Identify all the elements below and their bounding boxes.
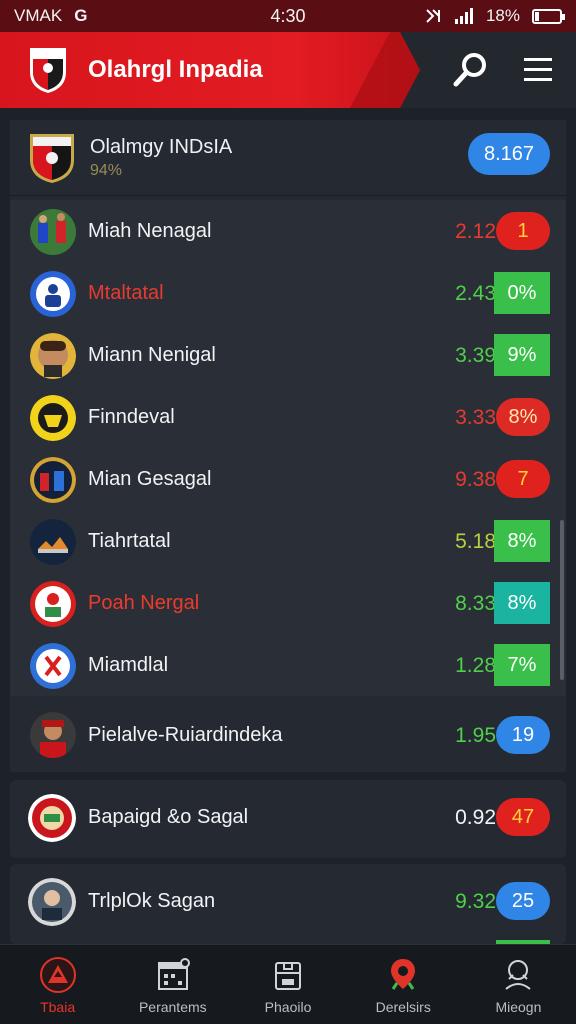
team-badge[interactable]: 1 xyxy=(496,212,550,250)
avatar xyxy=(30,395,76,441)
match-badge[interactable]: 47 xyxy=(496,798,550,836)
team-list-card: Olalmgy INDsIA 94% 8.167 Miah Nenagal 2.… xyxy=(10,120,566,772)
nav-label: Tbaia xyxy=(40,999,76,1015)
profile-icon xyxy=(505,960,532,990)
team-name: Miah Nenagal xyxy=(88,220,212,242)
team-value: 9.38 xyxy=(455,468,496,491)
nfc-icon xyxy=(426,9,440,23)
team-value: 2.12 xyxy=(455,220,496,243)
featured-team-row[interactable]: Olalmgy INDsIA 94% 8.167 xyxy=(10,120,566,196)
team-value: 1.95 xyxy=(455,724,496,747)
team-value: 8.33 xyxy=(455,592,496,615)
match-card[interactable]: Bapaigd &o Sagal 0.92 47 xyxy=(10,780,566,858)
location-icon xyxy=(391,959,416,990)
avatar xyxy=(30,209,76,255)
team-name: Tiahrtatal xyxy=(88,530,171,552)
featured-badge[interactable]: 8.167 xyxy=(468,133,550,175)
signal-icon xyxy=(454,8,473,24)
team-badge[interactable]: 8% xyxy=(494,520,550,562)
team-row[interactable]: Poah Nergal 8.33 8% xyxy=(10,572,566,634)
menu-icon[interactable] xyxy=(520,52,556,88)
team-row[interactable]: Mian Gesagal 9.38 7 xyxy=(10,448,566,510)
team-badge[interactable]: 9% xyxy=(494,334,550,376)
app-header: Olahrgl Inpadia xyxy=(0,32,576,108)
team-name: Miamdlal xyxy=(88,654,169,676)
match-value: 9.32 xyxy=(455,890,496,913)
avatar xyxy=(30,643,76,689)
nav-label: Perantems xyxy=(138,999,207,1015)
bottom-navigation: Tbaia Perantems Phaoilo Derelsirs Mieogn xyxy=(0,944,576,1024)
team-value: 1.28 xyxy=(455,654,496,677)
team-name: Mian Gesagal xyxy=(88,468,212,490)
featured-team-percent: 94% xyxy=(90,162,123,179)
team-badge[interactable]: 19 xyxy=(496,716,550,754)
avatar xyxy=(28,878,76,926)
team-badge[interactable]: 8% xyxy=(496,398,550,436)
avatar xyxy=(30,271,76,317)
team-value: 3.33 xyxy=(455,406,496,429)
team-row[interactable]: Miann Nenigal 3.39 9% xyxy=(10,324,566,386)
team-value: 5.18 xyxy=(455,530,496,553)
team-row[interactable]: Tiahrtatal 5.18 8% xyxy=(10,510,566,572)
nav-item-location[interactable]: Derelsirs xyxy=(346,945,461,1024)
avatar xyxy=(30,581,76,627)
match-name: TrlplOk Sagan xyxy=(88,890,216,912)
nav-item-home[interactable]: Tbaia xyxy=(0,945,115,1024)
battery-icon xyxy=(532,8,565,24)
avatar xyxy=(28,794,76,842)
match-card[interactable]: TrlplOk Sagan 9.32 25 xyxy=(10,864,566,944)
avatar xyxy=(30,519,76,565)
avatar xyxy=(30,333,76,379)
nav-item-box[interactable]: Phaoilo xyxy=(230,945,345,1024)
calendar-icon xyxy=(157,958,190,990)
team-row[interactable]: Mtaltatal 2.43 0% xyxy=(10,262,566,324)
team-row[interactable]: Miamdlal 1.28 7% xyxy=(10,634,566,696)
team-badge[interactable]: 8% xyxy=(494,582,550,624)
team-badge[interactable]: 0% xyxy=(494,272,550,314)
home-icon xyxy=(39,957,76,993)
nav-label: Phaoilo xyxy=(264,999,312,1015)
team-badge[interactable]: 7% xyxy=(494,644,550,686)
team-name: Mtaltatal xyxy=(88,282,164,304)
club-crest-icon xyxy=(30,134,74,183)
avatar xyxy=(30,457,76,503)
team-name: Miann Nenigal xyxy=(88,344,216,366)
nav-item-profile[interactable]: Mieogn xyxy=(461,945,576,1024)
nav-item-calendar[interactable]: Perantems xyxy=(115,945,230,1024)
match-badge[interactable]: 25 xyxy=(496,882,550,920)
team-value: 3.39 xyxy=(455,344,496,367)
team-badge[interactable]: 7 xyxy=(496,460,550,498)
carrier-icon: G xyxy=(74,6,88,25)
battery-percent: 18% xyxy=(485,6,520,25)
team-name: Pielalve-Ruiardindeka xyxy=(88,724,283,746)
scrollbar[interactable] xyxy=(560,520,564,680)
search-icon[interactable] xyxy=(450,50,490,90)
nav-label: Mieogn xyxy=(495,999,542,1015)
box-icon xyxy=(275,962,301,990)
team-row[interactable]: Finndeval 3.33 8% xyxy=(10,386,566,448)
avatar xyxy=(30,712,76,758)
team-row[interactable]: Pielalve-Ruiardindeka 1.95 19 xyxy=(10,700,566,772)
match-name: Bapaigd &o Sagal xyxy=(88,806,249,828)
team-row[interactable]: Miah Nenagal 2.12 1 xyxy=(10,200,566,262)
app-title: Olahrgl Inpadia xyxy=(88,56,263,83)
team-name: Finndeval xyxy=(88,406,175,428)
status-bar: VMAK G 4:30 18% xyxy=(0,0,576,32)
match-value: 0.92 xyxy=(455,806,496,829)
club-crest-logo xyxy=(30,48,66,93)
nav-label: Derelsirs xyxy=(375,999,431,1015)
carrier-label: VMAK xyxy=(14,6,63,25)
team-value: 2.43 xyxy=(455,282,496,305)
team-name: Poah Nergal xyxy=(88,592,200,614)
featured-team-name: Olalmgy INDsIA xyxy=(90,136,233,158)
